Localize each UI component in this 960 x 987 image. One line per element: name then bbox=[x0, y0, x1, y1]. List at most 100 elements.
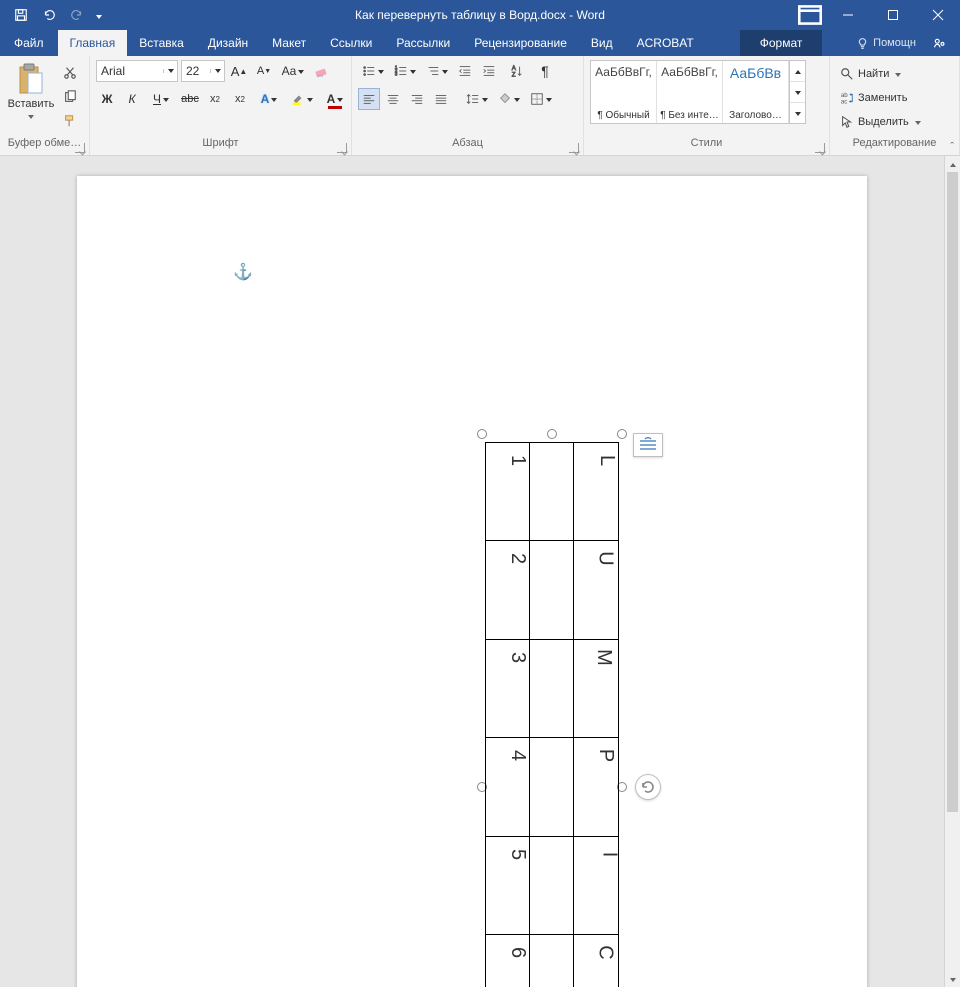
anchor-icon: ⚓ bbox=[233, 262, 253, 282]
quick-access-toolbar bbox=[0, 2, 106, 28]
numbering-button[interactable]: 123 bbox=[390, 60, 420, 82]
tab-design[interactable]: Дизайн bbox=[196, 30, 260, 56]
svg-text:ac: ac bbox=[841, 98, 847, 105]
multilevel-list-button[interactable] bbox=[422, 60, 452, 82]
replace-button[interactable]: abac Заменить bbox=[836, 88, 925, 108]
format-painter-button[interactable] bbox=[60, 112, 80, 130]
table-row: 4P bbox=[486, 738, 618, 836]
svg-text:3: 3 bbox=[395, 71, 398, 76]
cut-button[interactable] bbox=[60, 64, 80, 82]
tab-mailings[interactable]: Рассылки bbox=[384, 30, 462, 56]
font-group-label: Шрифт bbox=[202, 137, 238, 149]
styles-dialog-launcher[interactable] bbox=[815, 143, 825, 153]
scroll-track[interactable] bbox=[945, 172, 960, 971]
resize-handle-nw[interactable] bbox=[477, 429, 487, 439]
clipboard-group-label: Буфер обме… bbox=[8, 137, 82, 149]
superscript-button[interactable]: x2 bbox=[229, 88, 251, 110]
paste-button[interactable]: Вставить bbox=[6, 60, 56, 122]
find-button[interactable]: Найти bbox=[836, 64, 925, 84]
font-dialog-launcher[interactable] bbox=[337, 143, 347, 153]
sort-button[interactable]: AZ bbox=[502, 60, 532, 82]
tab-references[interactable]: Ссылки bbox=[318, 30, 384, 56]
borders-button[interactable] bbox=[526, 88, 556, 110]
align-center-button[interactable] bbox=[382, 88, 404, 110]
underline-button[interactable]: Ч bbox=[146, 88, 176, 110]
font-name-combo[interactable]: Arial bbox=[96, 60, 178, 82]
table-row: 2U bbox=[486, 541, 618, 639]
redo-button[interactable] bbox=[64, 2, 90, 28]
styles-more[interactable] bbox=[790, 103, 805, 123]
window-controls bbox=[795, 0, 960, 30]
svg-text:Z: Z bbox=[512, 71, 516, 78]
highlight-button[interactable] bbox=[287, 88, 317, 110]
table-row: 3M bbox=[486, 640, 618, 738]
layout-options-button[interactable] bbox=[633, 433, 663, 457]
paste-label: Вставить bbox=[8, 98, 55, 110]
bold-button[interactable]: Ж bbox=[96, 88, 118, 110]
shading-button[interactable] bbox=[494, 88, 524, 110]
italic-button[interactable]: К bbox=[121, 88, 143, 110]
select-button[interactable]: Выделить bbox=[836, 112, 925, 132]
scroll-up-button[interactable] bbox=[945, 156, 960, 172]
tell-me-label: Помощн bbox=[873, 37, 916, 49]
resize-handle-ne[interactable] bbox=[617, 429, 627, 439]
table-row: 1L bbox=[486, 443, 618, 541]
strikethrough-button[interactable]: abc bbox=[179, 88, 201, 110]
tab-layout[interactable]: Макет bbox=[260, 30, 318, 56]
text-effects-button[interactable]: A bbox=[254, 88, 284, 110]
tab-review[interactable]: Рецензирование bbox=[462, 30, 579, 56]
rotated-table: 1L 2U 3M 4P 5I 6C 7S bbox=[485, 442, 619, 987]
grow-font-button[interactable]: A▲ bbox=[228, 60, 250, 82]
vertical-scrollbar[interactable] bbox=[944, 156, 960, 987]
save-button[interactable] bbox=[8, 2, 34, 28]
tell-me[interactable]: Помощн bbox=[850, 37, 922, 50]
ribbon-display-options[interactable] bbox=[795, 0, 825, 30]
tab-format[interactable]: Формат bbox=[740, 30, 823, 56]
maximize-button[interactable] bbox=[870, 0, 915, 30]
title-bar: Как перевернуть таблицу в Ворд.docx - Wo… bbox=[0, 0, 960, 30]
document-area[interactable]: ⚓ 1L 2U 3M 4P 5I 6C 7S bbox=[0, 156, 944, 987]
line-spacing-button[interactable] bbox=[462, 88, 492, 110]
styles-scroll-down[interactable] bbox=[790, 82, 805, 103]
change-case-button[interactable]: Aa bbox=[278, 60, 308, 82]
resize-handle-n[interactable] bbox=[547, 429, 557, 439]
paragraph-dialog-launcher[interactable] bbox=[569, 143, 579, 153]
text-box-selected[interactable]: 1L 2U 3M 4P 5I 6C 7S bbox=[482, 434, 622, 987]
scroll-down-button[interactable] bbox=[945, 971, 960, 987]
scroll-thumb[interactable] bbox=[947, 172, 958, 812]
clear-formatting-button[interactable] bbox=[311, 60, 333, 82]
close-button[interactable] bbox=[915, 0, 960, 30]
bullets-button[interactable] bbox=[358, 60, 388, 82]
share-button[interactable] bbox=[926, 36, 952, 50]
increase-indent-button[interactable] bbox=[478, 60, 500, 82]
decrease-indent-button[interactable] bbox=[454, 60, 476, 82]
style-heading1[interactable]: АаБбВв Заголово… bbox=[723, 61, 789, 123]
qat-customize[interactable] bbox=[92, 2, 106, 28]
ribbon: Вставить Буфер обме… Arial 22 A▲ A▼ Aa Ж… bbox=[0, 56, 960, 156]
subscript-button[interactable]: x2 bbox=[204, 88, 226, 110]
rotation-handle[interactable] bbox=[635, 774, 661, 800]
tab-file[interactable]: Файл bbox=[0, 30, 58, 56]
shrink-font-button[interactable]: A▼ bbox=[253, 60, 275, 82]
paragraph-group-label: Абзац bbox=[452, 137, 483, 149]
justify-button[interactable] bbox=[430, 88, 452, 110]
style-normal[interactable]: АаБбВвГг, ¶ Обычный bbox=[591, 61, 657, 123]
tab-home[interactable]: Главная bbox=[58, 30, 128, 56]
font-size-combo[interactable]: 22 bbox=[181, 60, 225, 82]
editing-group-label: Редактирование bbox=[853, 137, 937, 149]
styles-scroll-up[interactable] bbox=[790, 61, 805, 82]
clipboard-dialog-launcher[interactable] bbox=[75, 143, 85, 153]
font-color-button[interactable]: A bbox=[320, 88, 350, 110]
undo-button[interactable] bbox=[36, 2, 62, 28]
styles-gallery[interactable]: АаБбВвГг, ¶ Обычный АаБбВвГг, ¶ Без инте… bbox=[590, 60, 806, 124]
tab-insert[interactable]: Вставка bbox=[127, 30, 196, 56]
align-left-button[interactable] bbox=[358, 88, 380, 110]
show-marks-button[interactable]: ¶ bbox=[534, 60, 556, 82]
copy-button[interactable] bbox=[60, 88, 80, 106]
collapse-ribbon-button[interactable]: ˆ bbox=[950, 141, 954, 153]
align-right-button[interactable] bbox=[406, 88, 428, 110]
minimize-button[interactable] bbox=[825, 0, 870, 30]
tab-acrobat[interactable]: ACROBAT bbox=[625, 30, 706, 56]
style-no-spacing[interactable]: АаБбВвГг, ¶ Без инте… bbox=[657, 61, 723, 123]
tab-view[interactable]: Вид bbox=[579, 30, 625, 56]
